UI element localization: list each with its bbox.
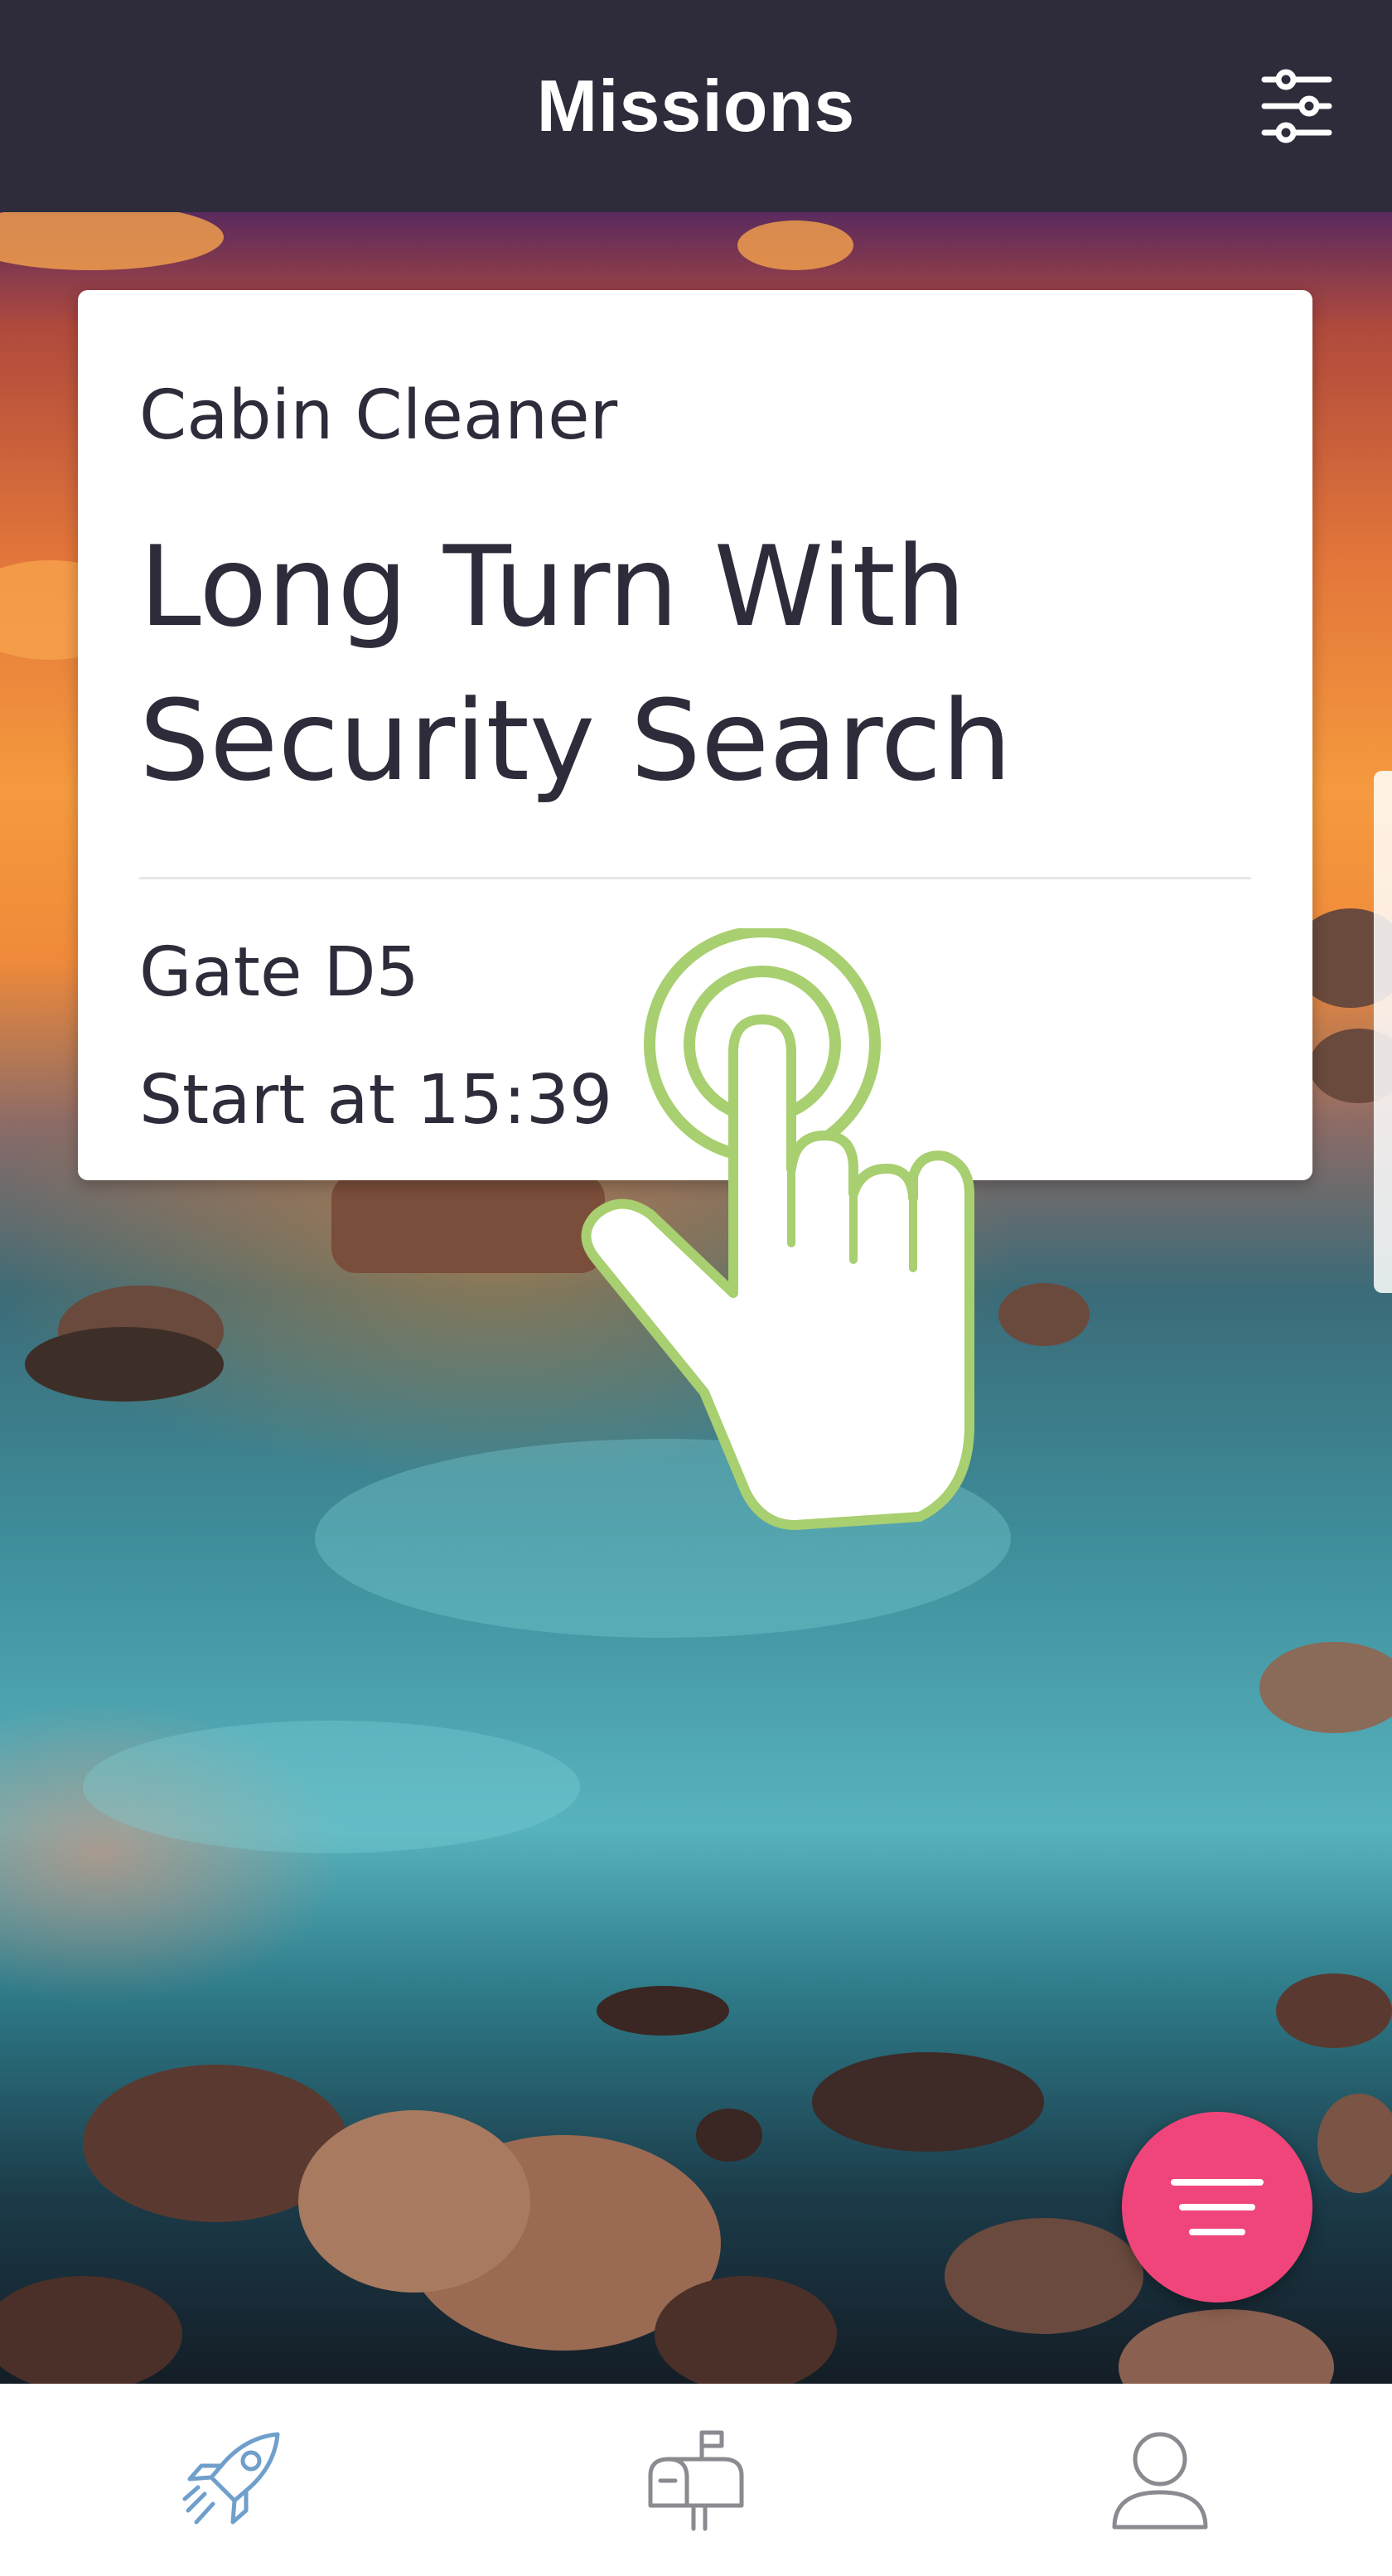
nav-item-profile[interactable] <box>1094 2414 1226 2546</box>
mission-start-time: Start at 15:39 <box>139 1061 613 1140</box>
mission-role: Cabin Cleaner <box>139 376 618 455</box>
app-header: Missions <box>0 0 1392 212</box>
user-icon <box>1112 2432 1208 2530</box>
card-divider <box>139 877 1251 879</box>
sliders-icon <box>1261 69 1332 143</box>
mission-title: Long Turn With Security Search <box>139 522 1013 806</box>
filter-button[interactable] <box>1259 65 1334 148</box>
bottom-navigation <box>0 2384 1392 2576</box>
nav-item-inbox[interactable] <box>630 2414 762 2546</box>
rocket-icon <box>182 2432 280 2525</box>
mailbox-icon <box>648 2430 744 2531</box>
menu-fab-button[interactable] <box>1122 2112 1312 2302</box>
nav-item-missions[interactable] <box>166 2414 298 2546</box>
page-title: Missions <box>536 65 856 147</box>
tap-hint-hand-icon <box>580 926 1011 1558</box>
menu-lines-icon <box>1171 2179 1264 2235</box>
mission-gate: Gate D5 <box>139 933 419 1012</box>
side-drawer-handle[interactable] <box>1374 771 1392 1293</box>
